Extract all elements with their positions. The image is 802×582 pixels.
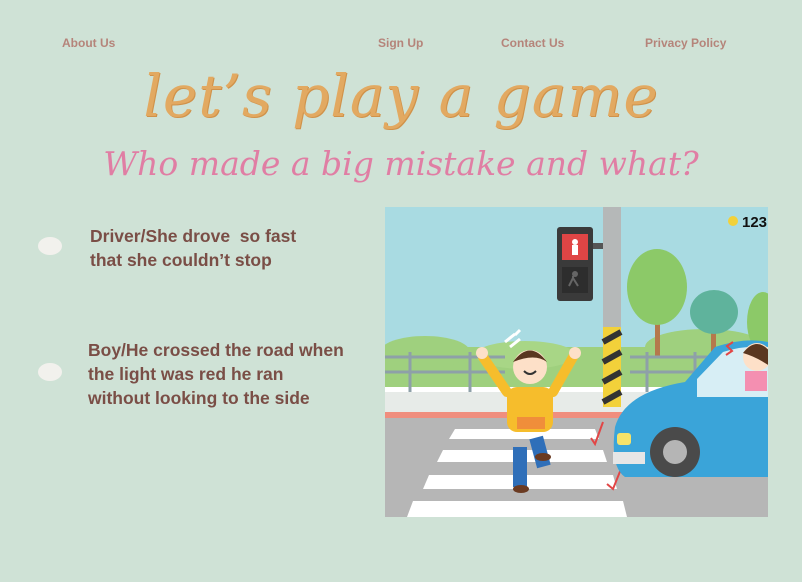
answer-1-line1: Driver/She drove so fast (90, 226, 297, 246)
nav-about-us[interactable]: About Us (62, 36, 115, 50)
page-title: let’s play a game (143, 62, 659, 130)
street-crossing-illustration: 123 (385, 207, 768, 517)
answer-2-text: Boy/He crossed the road when the light w… (88, 338, 344, 410)
answer-1-line2: that she couldn’t stop (90, 250, 272, 270)
nav-contact-us[interactable]: Contact Us (501, 36, 564, 50)
answer-2-line3: without looking to the side (88, 388, 310, 408)
badge-number: 123 (742, 214, 767, 231)
answer-1-text: Driver/She drove so fast that she couldn… (90, 224, 296, 272)
answer-2-line2: the light was red he ran (88, 364, 284, 384)
nav-privacy-policy[interactable]: Privacy Policy (645, 36, 726, 50)
answer-2-line1: Boy/He crossed the road when (88, 340, 344, 360)
score-badge (728, 216, 738, 226)
illustration-svg: 123 (385, 207, 768, 517)
answer-2-radio[interactable] (38, 363, 62, 381)
answer-1-radio[interactable] (38, 237, 62, 255)
page-subtitle: Who made a big mistake and what? (103, 144, 699, 183)
nav-sign-up[interactable]: Sign Up (378, 36, 423, 50)
